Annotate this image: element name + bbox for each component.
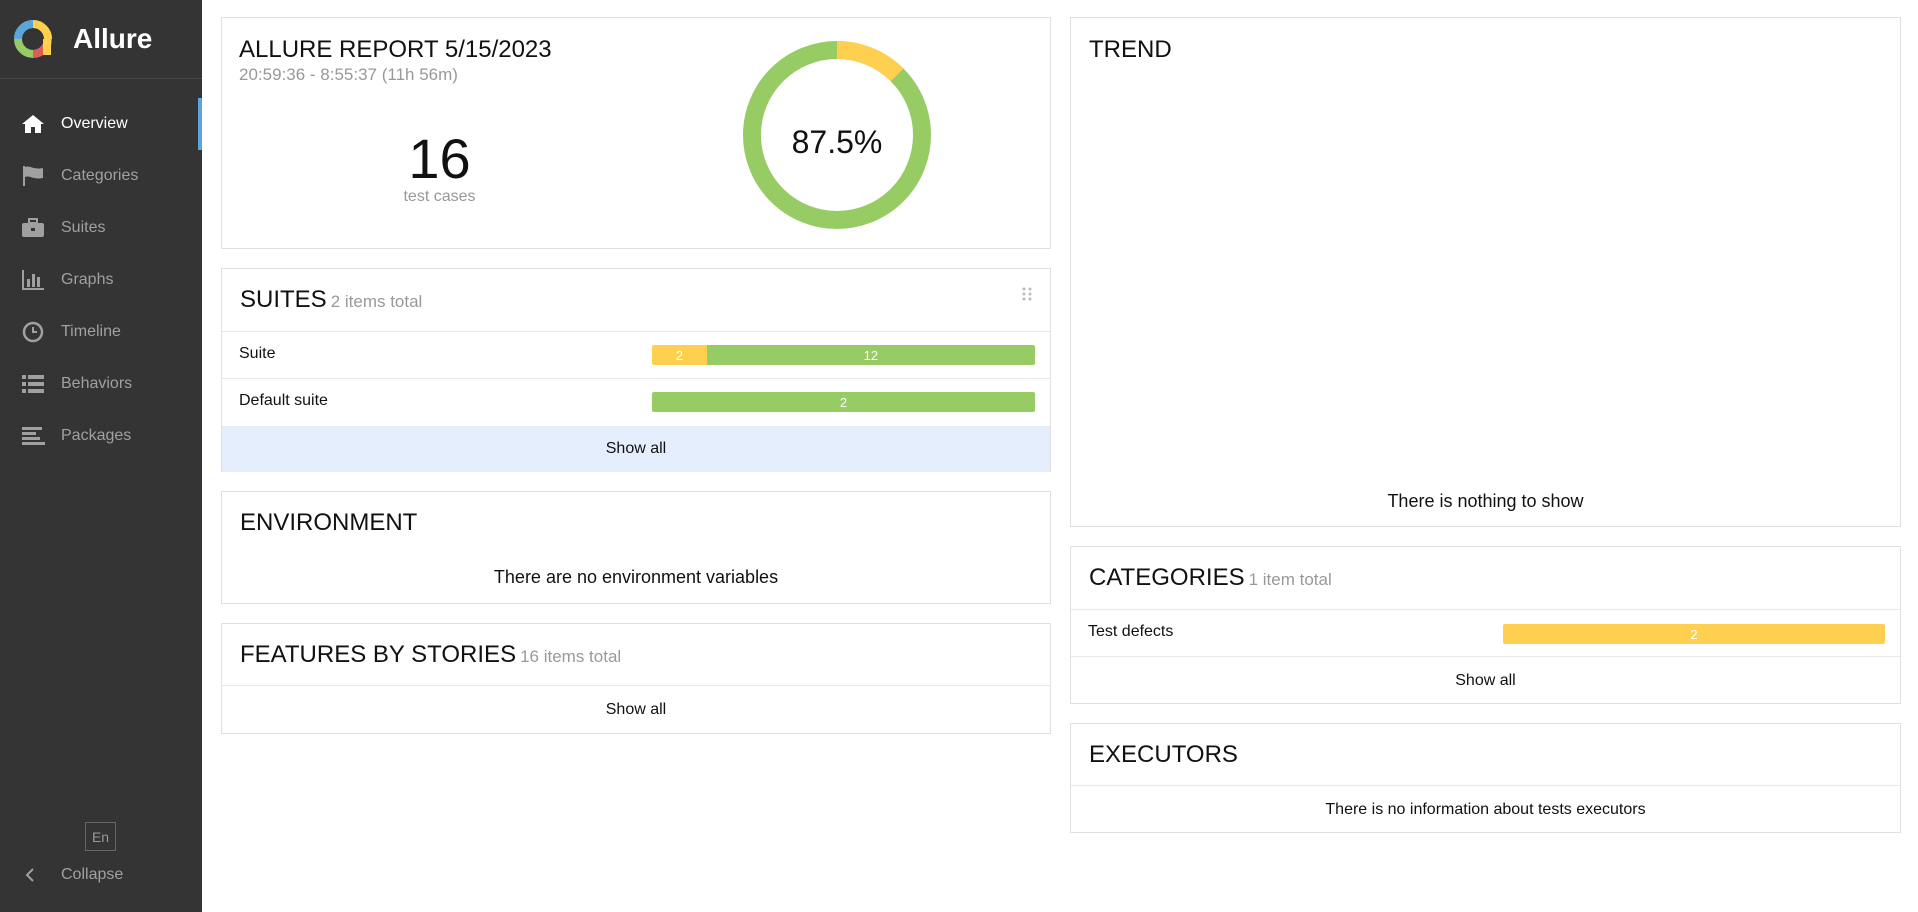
sidebar-item-label: Timeline <box>61 323 121 340</box>
brand[interactable]: Allure <box>0 0 202 79</box>
suite-row[interactable]: Default suite 2 <box>222 378 1050 425</box>
pass-rate: 87.5% <box>791 124 883 160</box>
widget-title: CATEGORIES <box>1089 564 1245 591</box>
category-name: Test defects <box>1088 623 1174 640</box>
widget-title: ENVIRONMENT <box>240 509 418 536</box>
drag-handle-icon[interactable] <box>1022 287 1032 301</box>
sidebar-item-label: Categories <box>61 167 139 184</box>
empty-message: There is no information about tests exec… <box>1325 801 1646 818</box>
categories-title-row: CATEGORIES 1 item total <box>1089 564 1332 592</box>
sidebar-item-timeline[interactable]: Timeline <box>0 306 202 358</box>
chevron-left-icon <box>20 867 40 883</box>
list-icon <box>20 373 46 395</box>
categories-show-all-button[interactable]: Show all <box>1071 657 1900 704</box>
trend-widget: TREND There is nothing to show <box>1070 17 1901 527</box>
widget-title: FEATURES BY STORIES <box>240 641 517 668</box>
widget-title: EXECUTORS <box>1089 741 1238 768</box>
passed-segment: 2 <box>652 392 1035 412</box>
category-row[interactable]: Test defects 2 <box>1071 609 1900 656</box>
sidebar: Allure Overview Categories Suites Graphs <box>0 0 202 912</box>
collapse-button[interactable]: Collapse <box>20 866 123 884</box>
category-status-bar: 2 <box>1503 624 1885 644</box>
clock-icon <box>20 321 46 343</box>
sidebar-item-label: Suites <box>61 219 106 236</box>
categories-widget: CATEGORIES 1 item total Test defects 2 Sh… <box>1070 546 1901 704</box>
empty-message: There is nothing to show <box>1387 491 1584 511</box>
suites-widget: SUITES 2 items total Suite 2 12 Default s… <box>221 268 1051 472</box>
flag-icon <box>20 165 46 187</box>
widget-subtitle: 2 items total <box>330 292 423 311</box>
suite-row[interactable]: Suite 2 12 <box>222 331 1050 378</box>
divider <box>1071 785 1900 786</box>
suite-name: Suite <box>239 345 276 362</box>
test-count: 16 <box>408 127 471 190</box>
report-time-range: 20:59:36 - 8:55:37 (11h 56m) <box>239 65 458 84</box>
executors-widget: EXECUTORS There is no information about … <box>1070 723 1901 833</box>
category-count-segment: 2 <box>1503 624 1885 644</box>
broken-segment: 2 <box>652 345 707 365</box>
app-name: Allure <box>73 23 153 54</box>
sidebar-nav: Overview Categories Suites Graphs Timeli… <box>0 98 202 462</box>
widget-title: SUITES <box>240 286 327 313</box>
suite-name: Default suite <box>239 392 328 409</box>
widget-subtitle: 1 item total <box>1248 570 1332 589</box>
briefcase-icon <box>20 217 46 239</box>
sidebar-item-overview[interactable]: Overview <box>0 98 202 150</box>
sidebar-item-suites[interactable]: Suites <box>0 202 202 254</box>
bar-chart-icon <box>20 269 46 291</box>
align-left-icon <box>20 425 46 447</box>
allure-logo-icon <box>14 20 52 58</box>
sidebar-item-label: Packages <box>61 427 132 444</box>
sidebar-item-categories[interactable]: Categories <box>0 150 202 202</box>
sidebar-item-behaviors[interactable]: Behaviors <box>0 358 202 410</box>
suite-status-bar: 2 <box>652 392 1035 412</box>
widget-subtitle: 16 items total <box>520 647 622 666</box>
sidebar-item-label: Overview <box>61 115 128 132</box>
empty-message: There are no environment variables <box>493 567 779 587</box>
features-widget: FEATURES BY STORIES 16 items total Show a… <box>221 623 1051 734</box>
home-icon <box>20 113 46 135</box>
features-show-all-button[interactable]: Show all <box>222 686 1050 734</box>
features-title-row: FEATURES BY STORIES 16 items total <box>240 641 621 669</box>
donut-broken-arc <box>836 41 904 82</box>
collapse-label: Collapse <box>61 866 124 883</box>
environment-widget: ENVIRONMENT There are no environment var… <box>221 491 1051 604</box>
sidebar-item-graphs[interactable]: Graphs <box>0 254 202 306</box>
suites-show-all-button[interactable]: Show all <box>222 426 1050 472</box>
suite-status-bar: 2 12 <box>652 345 1035 365</box>
summary-card: ALLURE REPORT 5/15/2023 20:59:36 - 8:55:… <box>221 17 1051 249</box>
sidebar-item-packages[interactable]: Packages <box>0 410 202 462</box>
widget-title: TREND <box>1089 36 1172 63</box>
sidebar-item-label: Behaviors <box>61 375 133 392</box>
language-selector[interactable]: En <box>85 822 116 851</box>
test-count-label: test cases <box>403 188 476 205</box>
sidebar-item-label: Graphs <box>61 271 114 288</box>
report-title: ALLURE REPORT 5/15/2023 <box>239 36 552 63</box>
passed-segment: 12 <box>706 345 1035 365</box>
suites-title-row: SUITES 2 items total <box>240 286 422 314</box>
